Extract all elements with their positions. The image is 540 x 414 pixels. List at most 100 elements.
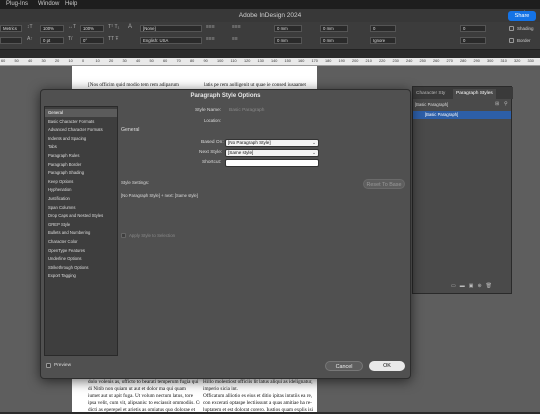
paragraph-styles-panel: Character Sty Paragraph Styles [Basic Pa…	[412, 86, 513, 294]
border-checkbox[interactable]	[509, 38, 514, 43]
category-item[interactable]: Indents and Spacing	[45, 135, 117, 143]
text-style-icon[interactable]: Tᵀ T₁	[108, 24, 119, 30]
style-name-value[interactable]: Basic Paragraph	[229, 108, 264, 113]
tab-character-styles[interactable]: Character Sty	[413, 89, 448, 99]
menu-window[interactable]: Window	[38, 1, 59, 7]
ruler-tick-label: 280	[460, 59, 467, 63]
style-settings-text: [No Paragraph Style] + next: [Same style…	[121, 193, 198, 198]
ruler-tick-label: 40	[28, 59, 33, 63]
menu-help[interactable]: Help	[65, 1, 77, 7]
category-item[interactable]: Paragraph Shading	[45, 169, 117, 177]
ruler-tick-label: 0	[82, 59, 85, 63]
align-right-icon[interactable]: ≡≡	[232, 36, 238, 42]
text-case-icon[interactable]: TT Ŧ	[108, 36, 118, 42]
location-label: Location:	[204, 118, 221, 123]
panel-footer-icons[interactable]: ▭▬▣⊕🗑	[451, 283, 496, 289]
page-text-top-right: latis pe rem aolligenit ut quae ie conse…	[204, 82, 306, 88]
ruler-tick-label: 210	[365, 59, 372, 63]
align-left-icon[interactable]: ≡≡≡	[206, 24, 215, 30]
category-item[interactable]: Strikethrough Options	[45, 264, 117, 272]
app-title-bar: Adobe InDesign 2024	[0, 9, 540, 22]
ruler-tick-label: 200	[352, 59, 359, 63]
align-justify-icon[interactable]: ≡≡≡	[206, 36, 215, 42]
kerning-field-2[interactable]	[0, 37, 22, 44]
menu-plugins[interactable]: Plug-Ins	[6, 1, 28, 7]
ruler-tick-label: 20	[55, 59, 60, 63]
ruler-tick-label: 240	[406, 59, 413, 63]
ruler-tick-label: 30	[41, 59, 46, 63]
character-style-icon: A	[128, 24, 133, 30]
left-indent-field[interactable]: 0 mm	[274, 25, 302, 32]
paragraph-style-options-dialog: Paragraph Style Options General Basic Cha…	[40, 89, 411, 379]
category-item[interactable]: GREP Style	[45, 221, 117, 229]
page-text-bottom-right-1: Hillo molestiost officiis lit latus aliq…	[203, 379, 313, 385]
skew-icon: T/	[68, 36, 73, 42]
shortcut-label: Shortcut:	[202, 160, 222, 165]
category-item[interactable]: Basic Character Formats	[45, 118, 117, 126]
ruler-tick-label: 330	[527, 59, 534, 63]
style-settings-label: Style Settings:	[121, 180, 150, 185]
shading-checkbox[interactable]	[509, 26, 514, 31]
ruler-tick-label: 230	[392, 59, 399, 63]
category-item[interactable]: Export Tagging	[45, 272, 117, 280]
style-name-label: Style Name:	[195, 108, 222, 113]
panel-style-row[interactable]: [Basic Paragraph]	[413, 111, 511, 119]
preview-checkbox[interactable]	[46, 363, 51, 368]
ruler-tick-label: 20	[109, 59, 114, 63]
cancel-button[interactable]: Cancel	[325, 361, 363, 371]
reset-to-base-button[interactable]: Reset To Base	[363, 179, 405, 189]
baseline-shift-icon: A↑	[27, 36, 33, 42]
ruler-tick-label: 250	[419, 59, 426, 63]
share-button[interactable]: Share	[508, 11, 536, 21]
preview-label: Preview	[54, 363, 72, 368]
category-item[interactable]: Hyphenation	[45, 186, 117, 194]
tab-paragraph-styles[interactable]: Paragraph Styles	[453, 89, 496, 99]
category-list: General Basic Character Formats Advanced C…	[44, 106, 118, 356]
apply-style-checkbox[interactable]	[121, 233, 126, 238]
new-group-icon[interactable]: ⊞	[495, 101, 499, 107]
kerning-field[interactable]: Metrics	[0, 25, 22, 32]
category-item[interactable]: Span Columns	[45, 204, 117, 212]
category-item[interactable]: Character Color	[45, 238, 117, 246]
ruler-tick-label: 170	[311, 59, 318, 63]
skew-field[interactable]: 0°	[80, 37, 104, 44]
section-heading: General	[121, 127, 140, 133]
category-item[interactable]: Tabs	[45, 143, 117, 151]
align-center-icon[interactable]: ≡≡≡	[232, 24, 241, 30]
category-item[interactable]: Bullets and Numbering	[45, 229, 117, 237]
character-style-select[interactable]: [None]	[140, 25, 202, 32]
ok-button[interactable]: OK	[369, 361, 405, 371]
category-item[interactable]: General	[45, 109, 117, 117]
page-text-bottom-right-2: imperio sicia int.	[203, 386, 239, 392]
category-item[interactable]: Justification	[45, 195, 117, 203]
vertical-scale-field[interactable]: 100%	[40, 25, 64, 32]
category-item[interactable]: Paragraph Border	[45, 161, 117, 169]
first-line-indent-field[interactable]: 0 mm	[274, 37, 302, 44]
language-select[interactable]: English: USA	[140, 37, 202, 44]
style-options-icon[interactable]: ⚲	[504, 101, 508, 107]
based-on-select[interactable]: [No Paragraph Style] ⌄	[225, 139, 319, 147]
baseline-shift-field[interactable]: 0 pt	[40, 37, 64, 44]
space-before-field[interactable]: 0	[370, 25, 396, 32]
page-text-bottom-right-3: Officatum alliotio es eius et ditio ipit…	[203, 393, 313, 399]
chevron-down-icon: ⌄	[312, 150, 316, 155]
category-item[interactable]: Paragraph Rules	[45, 152, 117, 160]
category-item[interactable]: Keep Options	[45, 178, 117, 186]
grid-align-select[interactable]: Ignore	[370, 37, 396, 44]
drop-cap-lines-field[interactable]: 0	[460, 25, 486, 32]
category-item[interactable]: Advanced Character Formats	[45, 126, 117, 134]
drop-cap-chars-field[interactable]: 0	[460, 37, 486, 44]
last-line-indent-field[interactable]: 0 mm	[320, 37, 348, 44]
category-item[interactable]: Drop Caps and Nested Styles	[45, 212, 117, 220]
horizontal-scale-field[interactable]: 100%	[80, 25, 104, 32]
ruler-tick-label: 60	[1, 59, 6, 63]
border-label: Border	[517, 38, 531, 43]
next-style-select[interactable]: [Same style] ⌄	[225, 149, 319, 157]
shortcut-field[interactable]	[225, 159, 319, 167]
category-item[interactable]: Underline Options	[45, 255, 117, 263]
dialog-title: Paragraph Style Options	[190, 93, 261, 99]
ruler-tick-label: 180	[325, 59, 332, 63]
next-style-value: [Same style]	[228, 150, 254, 155]
category-item[interactable]: OpenType Features	[45, 247, 117, 255]
right-indent-field[interactable]: 0 mm	[320, 25, 348, 32]
